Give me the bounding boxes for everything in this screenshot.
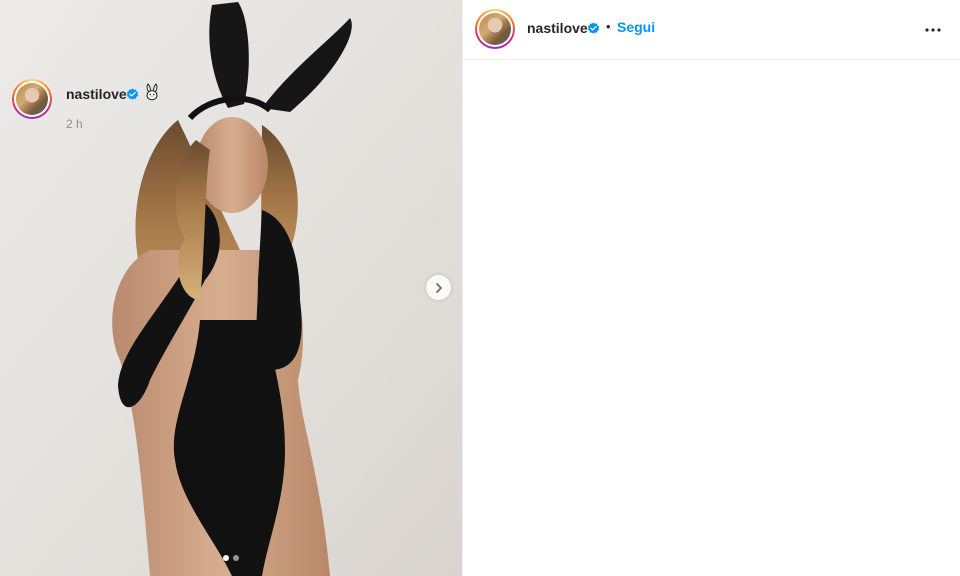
separator-dot: • (606, 19, 611, 34)
carousel-dot-2 (233, 555, 239, 561)
caption-username[interactable]: nastilove (66, 86, 127, 102)
carousel-indicator (223, 555, 239, 561)
more-options-button[interactable] (921, 18, 945, 42)
author-avatar[interactable] (475, 9, 515, 49)
follow-button[interactable]: Segui (617, 19, 655, 35)
next-slide-button[interactable] (426, 275, 451, 300)
avatar-image (16, 83, 48, 115)
caption-author-avatar[interactable] (12, 79, 52, 119)
author-username[interactable]: nastilove (527, 20, 588, 36)
post-header: nastilove • Segui (463, 0, 960, 60)
carousel-dot-1 (223, 555, 229, 561)
post-timestamp[interactable]: 2 h (66, 117, 83, 131)
chevron-right-icon (435, 282, 442, 293)
avatar-image (479, 13, 511, 45)
more-horizontal-icon (925, 28, 941, 32)
rabbit-face-icon (146, 83, 158, 101)
panel-divider (462, 0, 463, 576)
verified-badge-icon (587, 22, 600, 34)
verified-badge-icon (126, 88, 139, 100)
